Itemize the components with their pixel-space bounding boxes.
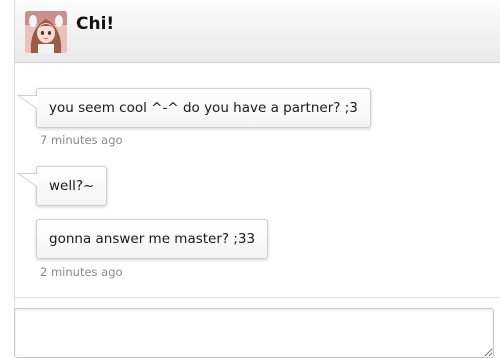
- avatar[interactable]: [25, 11, 67, 53]
- message-timestamp: 7 minutes ago: [40, 133, 123, 147]
- bubble-tail-icon: [17, 173, 38, 188]
- reply-input[interactable]: [14, 308, 494, 358]
- chat-window: Chi! you seem cool ^-^ do you have a par…: [14, 0, 500, 347]
- avatar-image: [25, 11, 67, 53]
- message-timestamp: 2 minutes ago: [40, 265, 123, 279]
- bubble-tail-icon: [17, 95, 38, 110]
- message-text: well?~: [49, 178, 95, 194]
- message-bubble: you seem cool ^-^ do you have a partner?…: [17, 88, 371, 128]
- message-text: you seem cool ^-^ do you have a partner?…: [49, 100, 358, 116]
- message-bubble: gonna answer me master? ;33: [36, 219, 269, 259]
- message-text: gonna answer me master? ;33: [49, 231, 256, 247]
- chat-header: Chi!: [15, 0, 500, 63]
- message-bubble: well?~: [17, 166, 108, 206]
- divider: [15, 297, 500, 298]
- chat-title: Chi!: [76, 14, 115, 34]
